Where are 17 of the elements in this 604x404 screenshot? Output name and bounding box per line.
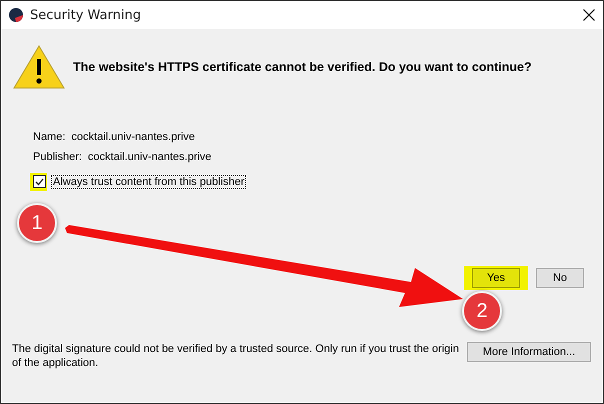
- field-label: Publisher:: [33, 151, 82, 163]
- warning-message: The website's HTTPS certificate cannot be verified. Do you want to continue?: [73, 60, 532, 74]
- field-value: cocktail.univ-nantes.prive: [88, 151, 212, 163]
- field-value: cocktail.univ-nantes.prive: [71, 131, 195, 143]
- dialog-button[interactable]: No: [536, 268, 584, 288]
- signature-notice: The digital signature could not be verified by a trusted source. Only run if you trust the origin of the application.: [12, 342, 460, 370]
- close-icon[interactable]: [583, 9, 595, 21]
- step-badge: 1: [17, 203, 57, 243]
- trust-checkbox[interactable]: [33, 175, 46, 188]
- more-information-button[interactable]: More Information...: [467, 342, 591, 362]
- dialog-button[interactable]: Yes: [472, 268, 520, 288]
- window-title: Security Warning: [30, 8, 141, 22]
- step-badge: 2: [462, 291, 502, 331]
- field-label: Name:: [33, 131, 66, 143]
- warning-icon: [13, 45, 65, 89]
- app-logo-icon: [9, 8, 23, 22]
- checkbox-label[interactable]: Always trust content from this publisher: [51, 175, 246, 189]
